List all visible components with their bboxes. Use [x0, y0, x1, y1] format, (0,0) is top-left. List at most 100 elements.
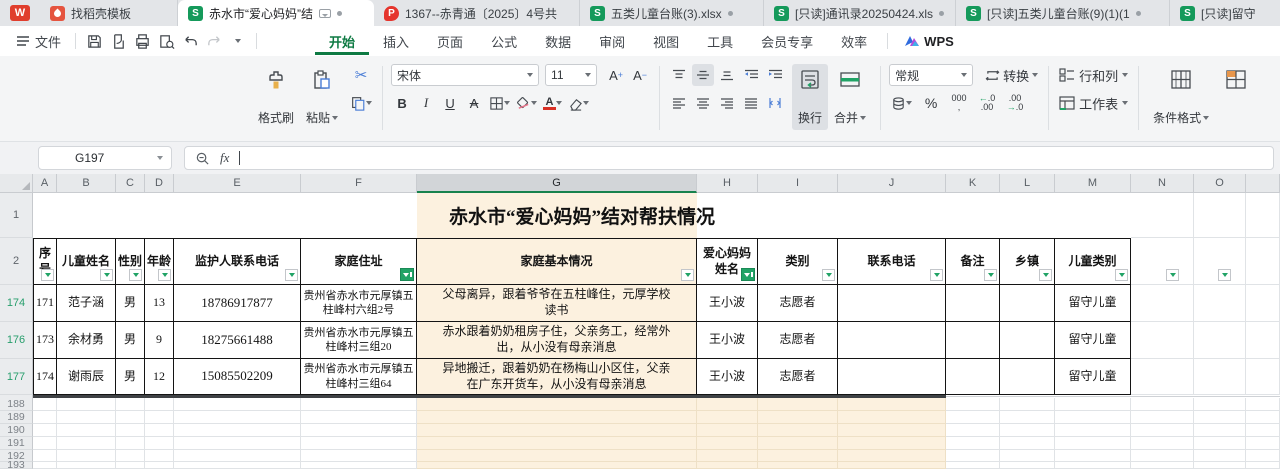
empty-cell[interactable]: [174, 411, 301, 424]
data-cell-M176[interactable]: 留守儿童: [1055, 322, 1131, 359]
empty-cell[interactable]: [33, 424, 57, 437]
empty-cell[interactable]: [838, 424, 946, 437]
empty-cell[interactable]: [417, 411, 697, 424]
font-color-button[interactable]: A: [541, 92, 564, 114]
distributed-button[interactable]: [764, 92, 786, 114]
filter-active-icon[interactable]: [400, 268, 414, 281]
wrap-text-button[interactable]: 换行: [792, 64, 828, 130]
row-header-190[interactable]: 190: [0, 424, 33, 437]
empty-cell[interactable]: [1131, 398, 1194, 411]
wps-app-logo[interactable]: W: [0, 0, 40, 26]
data-cell-L177[interactable]: [1000, 359, 1055, 395]
data-cell-G177[interactable]: 异地搬迁，跟着奶奶在杨梅山小区住，父亲在广东开货车，从小没有母亲消息: [417, 359, 697, 395]
data-cell-K174[interactable]: [946, 285, 1000, 322]
quick-access-more-button[interactable]: [226, 30, 250, 52]
empty-cell[interactable]: [116, 411, 145, 424]
align-center-button[interactable]: [692, 92, 714, 114]
empty-cell[interactable]: [1194, 322, 1246, 359]
empty-cell[interactable]: [301, 450, 417, 462]
save-button[interactable]: [82, 30, 106, 52]
data-cell-K176[interactable]: [946, 322, 1000, 359]
justify-button[interactable]: [740, 92, 762, 114]
increase-font-button[interactable]: A+: [605, 64, 627, 86]
empty-cell[interactable]: [697, 450, 758, 462]
filter-dropdown-icon[interactable]: [1039, 269, 1052, 281]
header-cell-A[interactable]: 序号: [33, 238, 57, 285]
column-header-F[interactable]: F: [301, 174, 417, 193]
data-cell-M174[interactable]: 留守儿童: [1055, 285, 1131, 322]
row-header-188[interactable]: 188: [0, 398, 33, 411]
ribbon-tab-home[interactable]: 开始: [315, 28, 369, 55]
column-header-I[interactable]: I: [758, 174, 838, 193]
empty-cell[interactable]: [1246, 437, 1280, 450]
row-header-176[interactable]: 176: [0, 322, 33, 359]
column-header-A[interactable]: A: [33, 174, 57, 193]
conditional-format-button[interactable]: 条件格式: [1147, 64, 1215, 130]
filter-dropdown-icon[interactable]: [100, 269, 113, 281]
ribbon-tab-insert[interactable]: 插入: [369, 28, 423, 55]
empty-cell[interactable]: [758, 411, 838, 424]
empty-cell[interactable]: [33, 450, 57, 462]
empty-cell[interactable]: [758, 462, 838, 469]
increase-indent-button[interactable]: [764, 64, 786, 86]
tab-left-behind-readonly[interactable]: S [只读]留守: [1170, 0, 1280, 26]
empty-cell[interactable]: [1194, 450, 1246, 462]
empty-cell[interactable]: [1194, 424, 1246, 437]
empty-cell[interactable]: [1246, 462, 1280, 469]
tab-current-workbook[interactable]: S 赤水市“爱心妈妈”结: [178, 0, 374, 26]
header-cell-K[interactable]: 备注: [946, 238, 1000, 285]
data-cell-A177[interactable]: 174: [33, 359, 57, 395]
empty-cell[interactable]: [1246, 322, 1280, 359]
data-cell-F177[interactable]: 贵州省赤水市元厚镇五柱峰村三组64: [301, 359, 417, 395]
select-all-corner[interactable]: [0, 174, 33, 193]
strikethrough-button[interactable]: A: [463, 92, 485, 114]
filter-dropdown-icon[interactable]: [1166, 269, 1179, 281]
empty-cell[interactable]: [1131, 359, 1194, 395]
empty-cell[interactable]: [174, 462, 301, 469]
rows-and-columns-button[interactable]: 行和列: [1057, 64, 1130, 86]
empty-cell[interactable]: [838, 437, 946, 450]
percent-format-button[interactable]: %: [920, 92, 942, 114]
empty-cell[interactable]: [758, 424, 838, 437]
empty-cell[interactable]: [1194, 285, 1246, 322]
header-cell-J[interactable]: 联系电话: [838, 238, 946, 285]
empty-cell[interactable]: [1055, 462, 1131, 469]
row-header-189[interactable]: 189: [0, 411, 33, 424]
empty-cell[interactable]: [1000, 398, 1055, 411]
align-top-button[interactable]: [668, 64, 690, 86]
empty-cell[interactable]: [758, 398, 838, 411]
empty-cell[interactable]: [145, 450, 174, 462]
header-cell-C[interactable]: 性别: [116, 238, 145, 285]
title-row-empty-cell[interactable]: [1131, 193, 1194, 238]
data-cell-C176[interactable]: 男: [116, 322, 145, 359]
ribbon-tab-membership[interactable]: 会员专享: [747, 28, 827, 55]
column-header-L[interactable]: L: [1000, 174, 1055, 193]
currency-format-button[interactable]: [889, 92, 914, 114]
formula-input[interactable]: fx: [184, 146, 1274, 170]
empty-cell[interactable]: [1000, 462, 1055, 469]
redo-button[interactable]: [202, 30, 226, 52]
empty-cell[interactable]: [1246, 411, 1280, 424]
print-button[interactable]: [130, 30, 154, 52]
paste-button[interactable]: 粘贴: [300, 64, 344, 130]
empty-cell[interactable]: [838, 398, 946, 411]
title-row-empty-cell[interactable]: [1194, 193, 1246, 238]
wps-ai-button[interactable]: WPS: [904, 34, 954, 49]
empty-cell[interactable]: [1194, 359, 1246, 395]
column-header-G[interactable]: G: [417, 174, 697, 193]
empty-cell[interactable]: [57, 462, 116, 469]
data-cell-I177[interactable]: 志愿者: [758, 359, 838, 395]
data-cell-C174[interactable]: 男: [116, 285, 145, 322]
empty-cell[interactable]: [1246, 398, 1280, 411]
empty-cell[interactable]: [1000, 411, 1055, 424]
bold-button[interactable]: B: [391, 92, 413, 114]
empty-cell[interactable]: [946, 462, 1000, 469]
number-format-select[interactable]: 常规: [889, 64, 973, 86]
row-header-193[interactable]: 193: [0, 462, 33, 469]
empty-cell[interactable]: [174, 450, 301, 462]
filter-dropdown-icon[interactable]: [129, 269, 142, 281]
column-header-N[interactable]: N: [1131, 174, 1194, 193]
empty-cell[interactable]: [174, 437, 301, 450]
empty-cell[interactable]: [1000, 450, 1055, 462]
data-cell-A176[interactable]: 173: [33, 322, 57, 359]
